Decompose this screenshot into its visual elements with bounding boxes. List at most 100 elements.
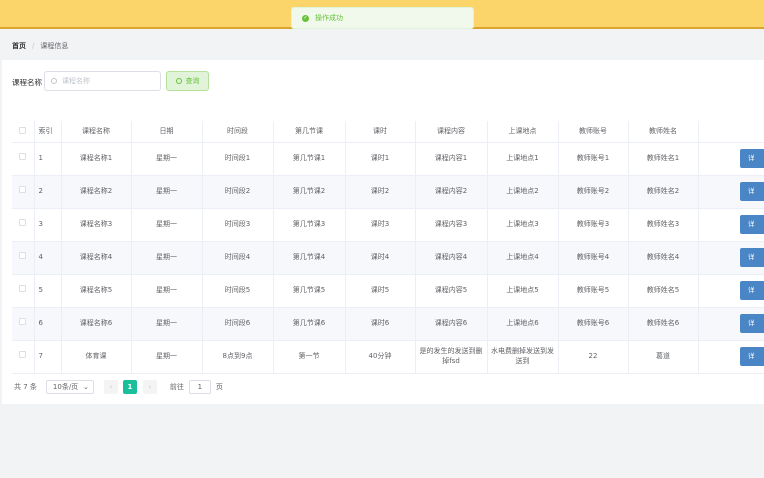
- detail-button[interactable]: 详: [740, 215, 764, 234]
- goto-prefix: 前往: [169, 383, 184, 391]
- table-row: 6 课程名称6 星期一 时间段6 第几节课6 课时6 课程内容6 上课地点6 教师账号6 教师姓名…: [12, 307, 764, 341]
- search-icon: [175, 78, 182, 84]
- check-circle-icon: ✓: [302, 14, 309, 22]
- table-cell: 是的发生的发送到删掉fsd: [415, 340, 488, 374]
- course-table: 索引 课程名称 日期 时间段 第几节课 课时 课程内容 上课地点 教师账号 教师…: [12, 121, 764, 374]
- column-header: 教师姓名: [628, 121, 699, 143]
- search-icon: [51, 78, 57, 84]
- table-cell: 星期一: [131, 241, 203, 275]
- table-cell: 星期一: [131, 208, 203, 242]
- page-number-button[interactable]: 1: [122, 380, 137, 394]
- page-size-value: 10条/页: [52, 383, 79, 391]
- row-checkbox[interactable]: [19, 351, 27, 359]
- table-cell: 课时3: [345, 208, 416, 242]
- table-cell: 5: [34, 274, 62, 308]
- total-count: 共 7 条: [14, 383, 37, 391]
- chevron-down-icon: ⌄: [83, 383, 89, 391]
- row-select-cell: [12, 142, 35, 176]
- table-cell: 星期一: [131, 274, 203, 308]
- search-button-label: 查询: [185, 77, 200, 85]
- table-cell: 葛道: [628, 340, 699, 374]
- row-checkbox[interactable]: [19, 318, 27, 326]
- row-checkbox[interactable]: [19, 186, 27, 194]
- table-row: 3 课程名称3 星期一 时间段3 第几节课3 课时3 课程内容3 上课地点3 教师账号3 教师姓名…: [12, 208, 764, 242]
- table-cell: 课程名称3: [61, 208, 132, 242]
- table-cell: 课程内容1: [415, 142, 488, 176]
- table-cell: 6: [34, 307, 62, 341]
- table-cell: 星期一: [131, 340, 203, 374]
- table-cell: 上课地点2: [487, 175, 559, 209]
- select-all-header[interactable]: [12, 121, 35, 143]
- table-cell: 课程名称6: [61, 307, 132, 341]
- actions-cell: 详: [698, 175, 764, 209]
- table-cell: 第一节: [273, 340, 346, 374]
- table-cell: 课程内容4: [415, 241, 488, 275]
- column-header: 课程名称: [61, 121, 132, 143]
- table-cell: 教师账号1: [558, 142, 629, 176]
- table-cell: 1: [34, 142, 62, 176]
- breadcrumb-home[interactable]: 首页: [12, 41, 26, 51]
- search-button[interactable]: 查询: [166, 71, 209, 91]
- table-cell: 上课地点6: [487, 307, 559, 341]
- column-header: 索引: [34, 121, 62, 143]
- table-cell: 2: [34, 175, 62, 209]
- actions-cell: 详: [698, 241, 764, 275]
- actions-cell: 详: [698, 274, 764, 308]
- table-cell: 40分钟: [345, 340, 416, 374]
- row-select-cell: [12, 274, 35, 308]
- row-checkbox[interactable]: [19, 153, 27, 161]
- table-cell: 教师账号5: [558, 274, 629, 308]
- table-cell: 3: [34, 208, 62, 242]
- success-toast: ✓ 操作成功: [291, 7, 474, 29]
- actions-cell: 详: [698, 142, 764, 176]
- page-size-select[interactable]: 10条/页 ⌄: [45, 380, 94, 394]
- table-cell: 课程内容5: [415, 274, 488, 308]
- detail-button[interactable]: 详: [740, 281, 764, 300]
- table-cell: 第几节课1: [273, 142, 346, 176]
- row-select-cell: [12, 241, 35, 275]
- detail-button[interactable]: 详: [740, 149, 764, 168]
- table-cell: 时间段6: [202, 307, 274, 341]
- table-cell: 课程内容3: [415, 208, 488, 242]
- row-checkbox[interactable]: [19, 285, 27, 293]
- table-cell: 上课地点5: [487, 274, 559, 308]
- table-cell: 22: [558, 340, 629, 374]
- row-checkbox[interactable]: [19, 219, 27, 227]
- row-select-cell: [12, 208, 35, 242]
- table-cell: 星期一: [131, 142, 203, 176]
- next-page-button[interactable]: ›: [142, 380, 157, 394]
- table-cell: 第几节课3: [273, 208, 346, 242]
- table-cell: 教师姓名1: [628, 142, 699, 176]
- table-row: 5 课程名称5 星期一 时间段5 第几节课5 课时5 课程内容5 上课地点5 教师账号5 教师姓名…: [12, 274, 764, 308]
- goto-page-input[interactable]: 1: [188, 380, 211, 394]
- table-header-row: 索引 课程名称 日期 时间段 第几节课 课时 课程内容 上课地点 教师账号 教师…: [12, 121, 764, 143]
- column-header: 第几节课: [273, 121, 346, 143]
- table-cell: 教师姓名5: [628, 274, 699, 308]
- row-checkbox[interactable]: [19, 252, 27, 260]
- row-select-cell: [12, 340, 35, 374]
- table-cell: 时间段3: [202, 208, 274, 242]
- search-input[interactable]: 课程名称: [44, 71, 161, 91]
- detail-button[interactable]: 详: [740, 248, 764, 267]
- detail-button[interactable]: 详: [740, 314, 764, 333]
- table-cell: 课程名称2: [61, 175, 132, 209]
- table-cell: 教师姓名6: [628, 307, 699, 341]
- table-cell: 课时4: [345, 241, 416, 275]
- row-select-cell: [12, 175, 35, 209]
- table-cell: 星期一: [131, 175, 203, 209]
- table-row: 2 课程名称2 星期一 时间段2 第几节课2 课时2 课程内容2 上课地点2 教师账号2 教师姓名…: [12, 175, 764, 209]
- detail-button[interactable]: 详: [740, 182, 764, 201]
- table-cell: 课程内容2: [415, 175, 488, 209]
- actions-header: [698, 121, 764, 143]
- table-row: 4 课程名称4 星期一 时间段4 第几节课4 课时4 课程内容4 上课地点4 教师账号4 教师姓名…: [12, 241, 764, 275]
- table-cell: 时间段1: [202, 142, 274, 176]
- table-cell: 教师账号2: [558, 175, 629, 209]
- prev-page-button[interactable]: ‹: [103, 380, 118, 394]
- table-cell: 课程名称4: [61, 241, 132, 275]
- search-placeholder: 课程名称: [62, 77, 90, 85]
- table-cell: 水电费删掉发送到发送到: [487, 340, 559, 374]
- select-all-checkbox[interactable]: [19, 126, 27, 134]
- column-header: 课程内容: [415, 121, 488, 143]
- detail-button[interactable]: 详: [740, 347, 764, 366]
- actions-cell: 详: [698, 307, 764, 341]
